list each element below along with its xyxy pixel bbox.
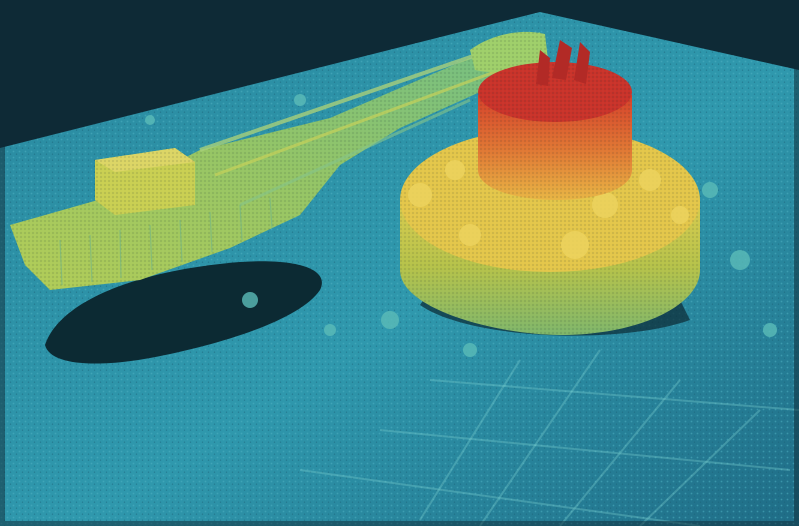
deckhouse	[95, 148, 195, 215]
sonar-scene	[0, 0, 799, 526]
